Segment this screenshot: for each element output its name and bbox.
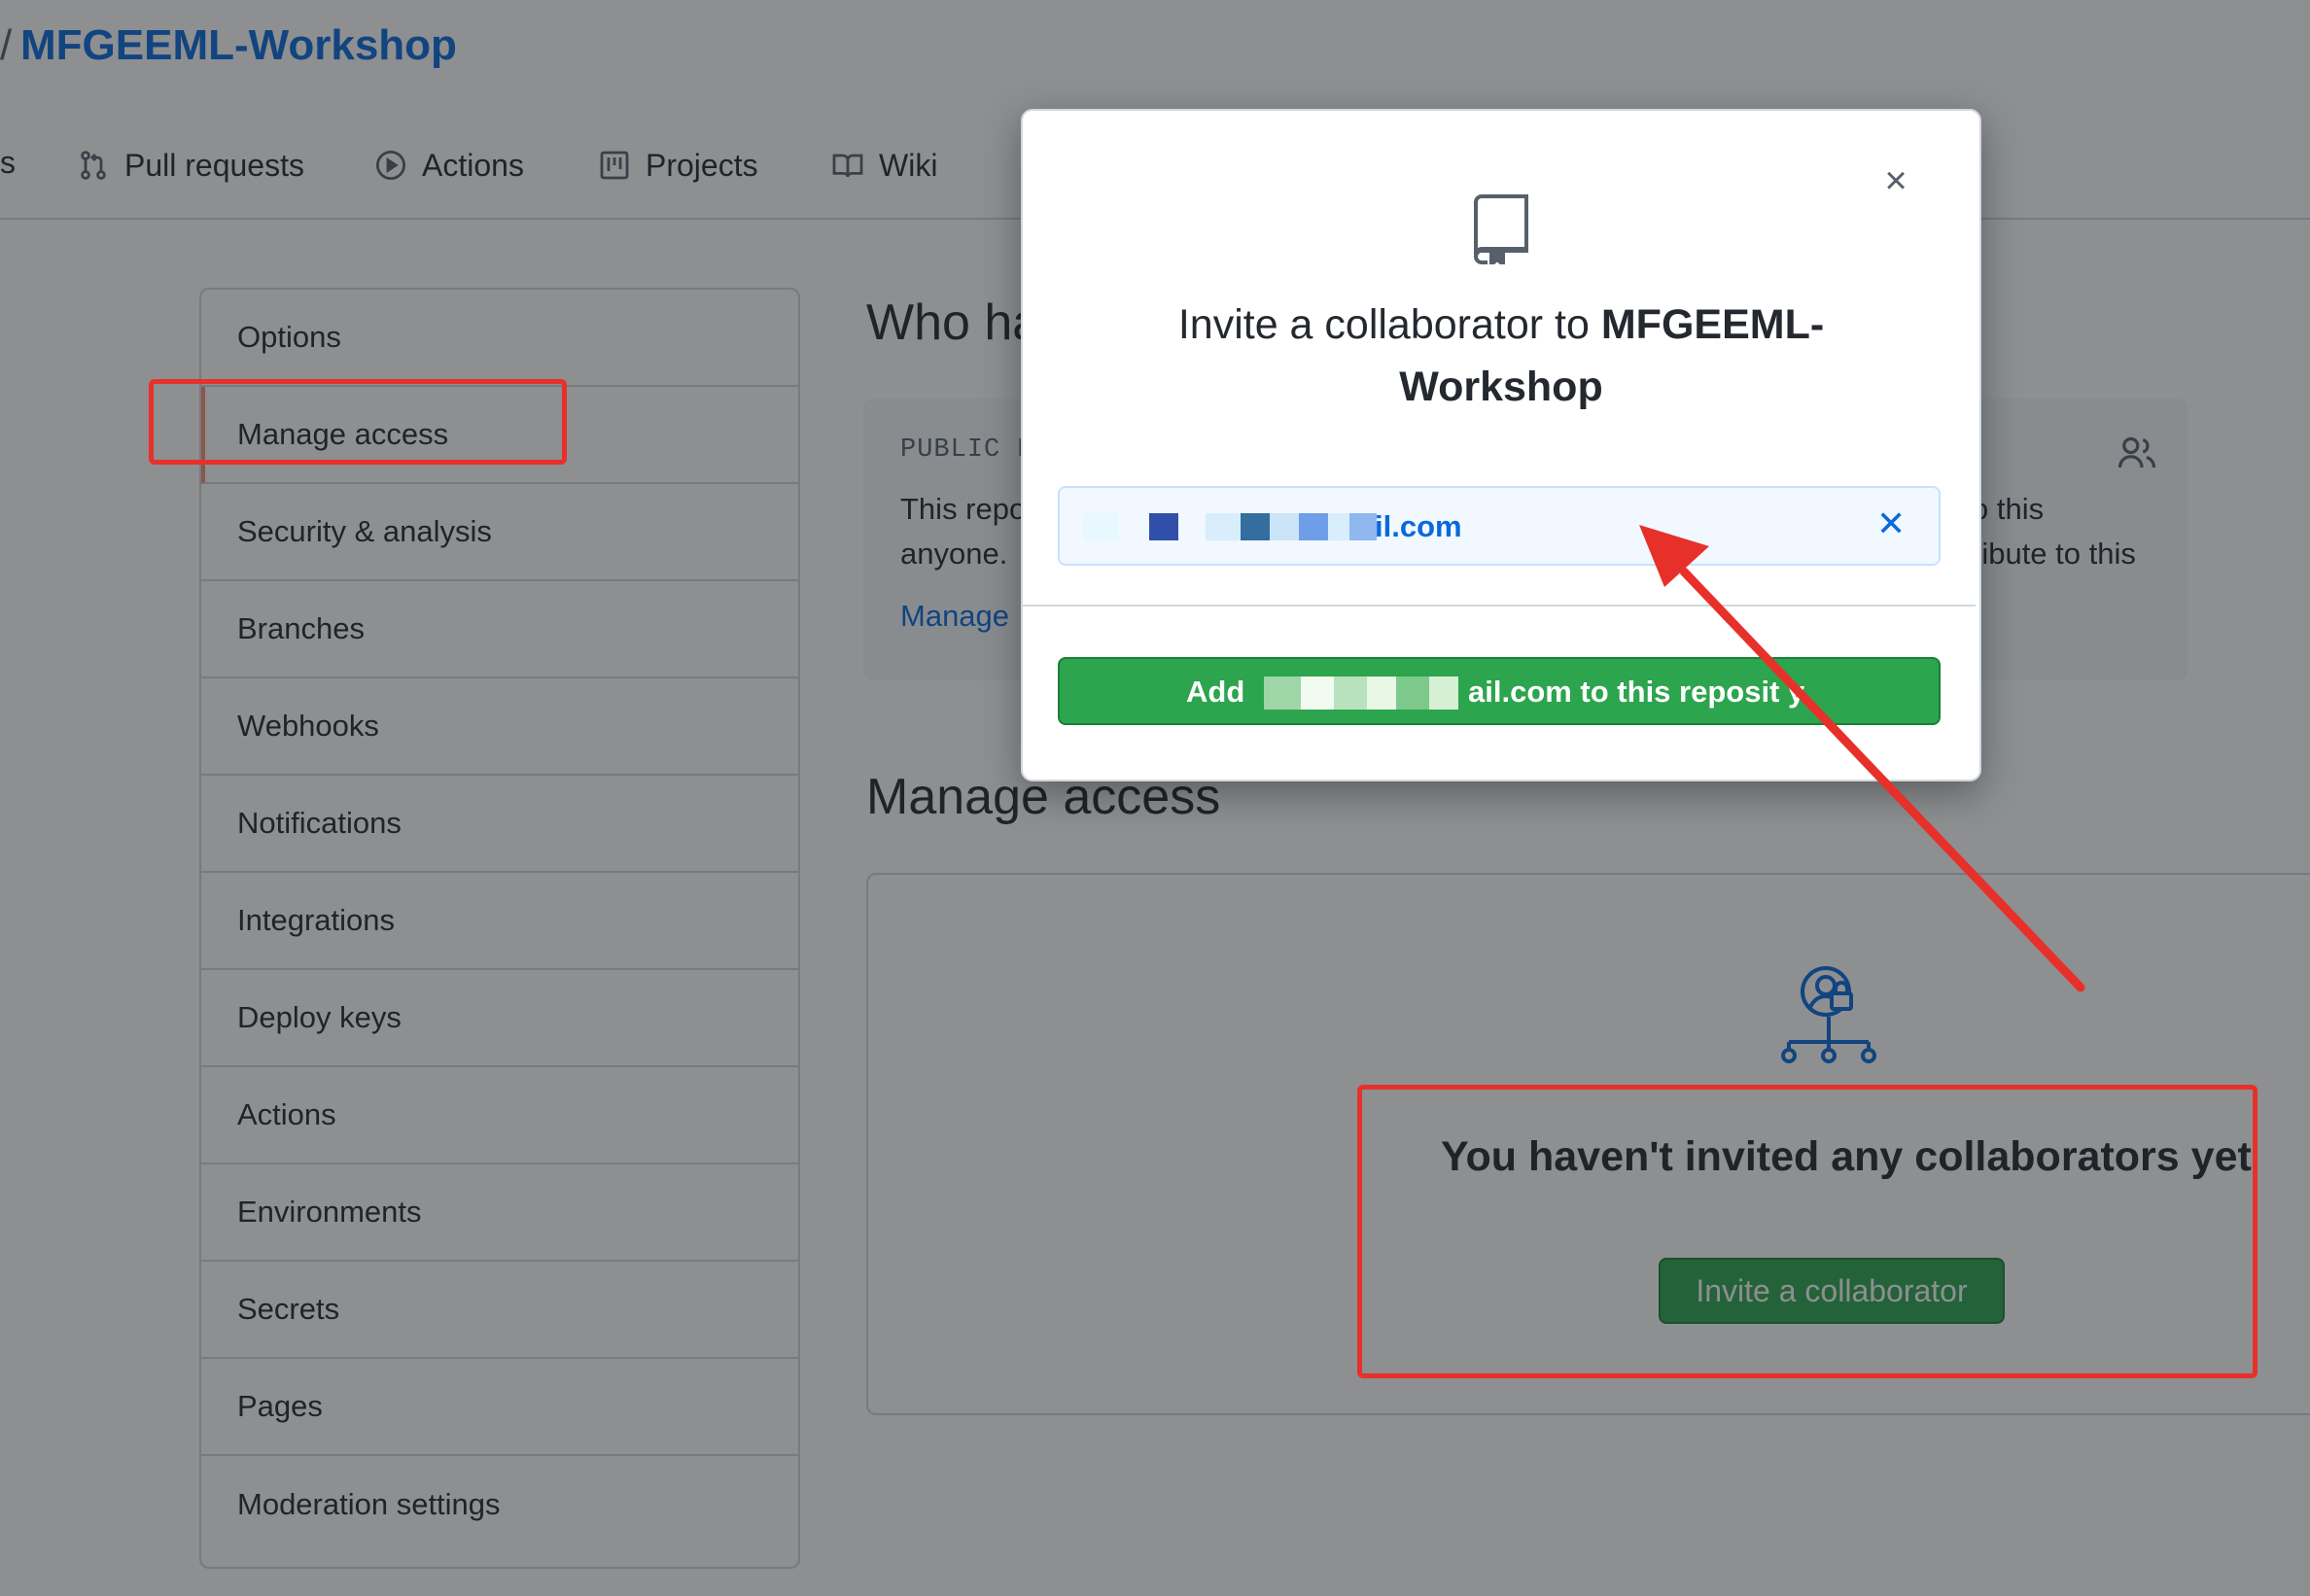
redacted-block xyxy=(1299,513,1328,540)
redacted-block xyxy=(1241,513,1270,540)
redacted-block xyxy=(1429,677,1458,710)
repo-icon xyxy=(1473,194,1528,264)
redacted-block xyxy=(1334,677,1367,710)
modal-title-prefix: Invite a collaborator to xyxy=(1177,301,1601,348)
redacted-block xyxy=(1349,513,1377,540)
redacted-block xyxy=(1328,513,1349,540)
redacted-block xyxy=(1367,677,1396,710)
redacted-block xyxy=(1301,677,1334,710)
modal-divider xyxy=(1023,605,1976,607)
invite-collaborator-modal: × Invite a collaborator to MFGEEML- Work… xyxy=(1021,109,1981,781)
close-icon[interactable]: × xyxy=(1876,161,1915,200)
redacted-block xyxy=(1264,677,1301,710)
selected-email-chip[interactable]: il.com ✕ xyxy=(1058,486,1941,566)
add-button-label: ail.com to this reposit y xyxy=(1468,675,1805,709)
redacted-block xyxy=(1149,513,1178,540)
highlight-box xyxy=(1357,1085,2258,1378)
email-value: il.com xyxy=(1375,509,1462,543)
redacted-block xyxy=(1270,513,1299,540)
highlight-box xyxy=(149,379,567,465)
add-button-label: Add xyxy=(1186,675,1245,709)
modal-title-repo: MFGEEML- xyxy=(1600,301,1825,348)
redacted-block xyxy=(1083,513,1118,540)
page: / MFGEEML-Workshop s Pull requests Actio… xyxy=(0,0,2310,1596)
modal-title: Invite a collaborator to MFGEEML- xyxy=(1023,301,1979,349)
redacted-block xyxy=(1206,513,1241,540)
modal-title-repo-line2: Workshop xyxy=(1399,364,1603,410)
remove-email-icon[interactable]: ✕ xyxy=(1876,503,1906,544)
add-to-repository-button[interactable]: Add ail.com to this reposit y xyxy=(1058,657,1941,725)
redacted-block xyxy=(1396,677,1429,710)
